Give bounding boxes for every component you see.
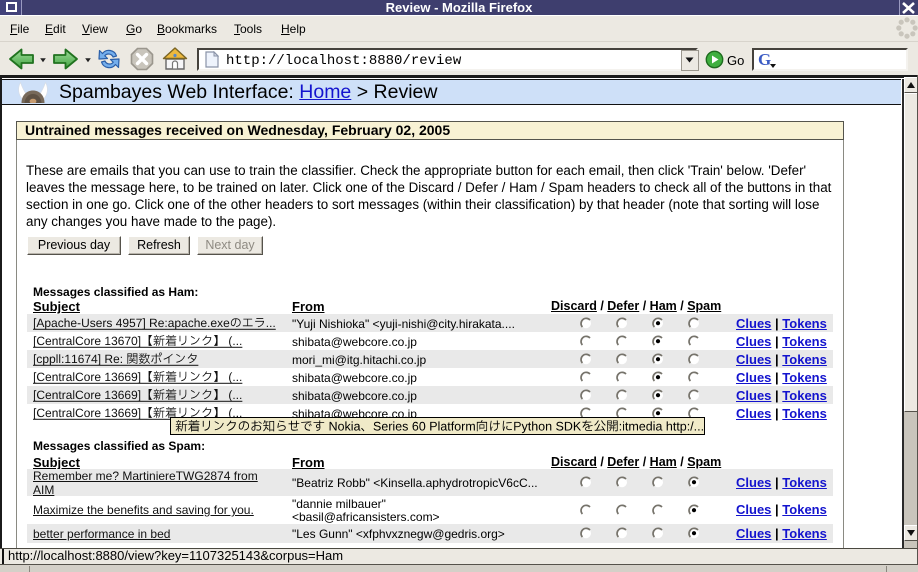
svg-text:G: G	[758, 51, 771, 69]
